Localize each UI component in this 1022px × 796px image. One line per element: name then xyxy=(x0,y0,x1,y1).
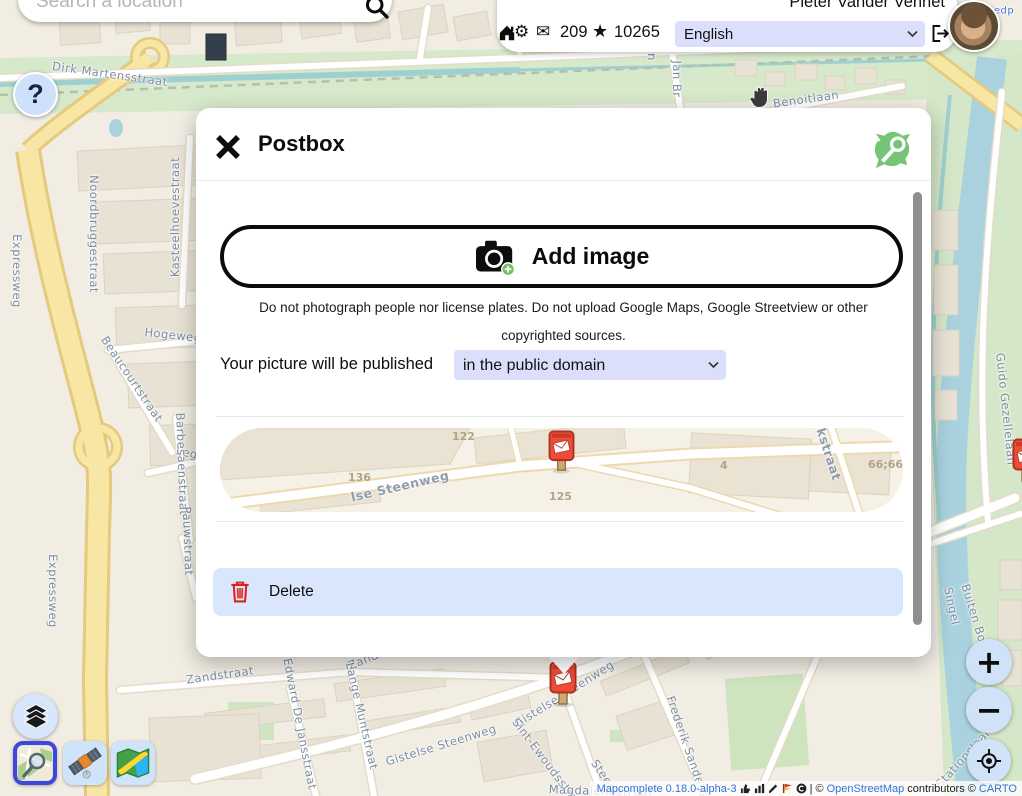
edit-pencil-icon[interactable] xyxy=(768,783,779,794)
attribution-bar: Mapcomplete 0.18.0-alpha-3 | © OpenStree… xyxy=(590,781,1022,796)
location-minimap[interactable]: 122 136 125 4 66;66 lse Steenweg rkstraa… xyxy=(220,428,903,512)
camera-plus-icon xyxy=(474,238,516,276)
divider xyxy=(216,521,904,522)
user-name[interactable]: Pieter Vander Vennet xyxy=(789,0,945,12)
app-version-link[interactable]: Mapcomplete 0.18.0-alpha-3 xyxy=(597,783,737,795)
search-icon[interactable] xyxy=(364,0,390,20)
language-select[interactable]: English xyxy=(675,21,925,47)
layers-button[interactable] xyxy=(13,694,58,739)
mapcomplete-app: Dirk Martensstraat klaan Jan Br Benoitla… xyxy=(0,0,1022,796)
envelope-icon[interactable]: ✉ xyxy=(536,22,550,42)
satellite-icon xyxy=(67,745,103,781)
trash-icon xyxy=(229,579,251,605)
copyright-icon[interactable] xyxy=(796,783,807,794)
search-bar xyxy=(18,0,392,22)
license-select-wrap: in the public domain xyxy=(454,350,726,380)
changesets-count[interactable]: 10265 xyxy=(614,23,660,42)
layers-icon xyxy=(22,703,50,731)
add-image-button[interactable]: Add image xyxy=(220,225,903,288)
folded-map-icon xyxy=(115,746,151,780)
minus-icon: − xyxy=(976,694,1003,726)
osm-map-thumbnail xyxy=(18,746,52,780)
carto-link[interactable]: CARTO xyxy=(979,783,1017,795)
postbox-marker[interactable] xyxy=(1012,438,1022,484)
delete-label: Delete xyxy=(269,583,314,601)
grab-cursor xyxy=(747,83,771,109)
gear-icon[interactable]: ⚙ xyxy=(514,22,529,42)
divider xyxy=(216,416,904,417)
background-style-map[interactable] xyxy=(111,741,155,785)
add-image-label: Add image xyxy=(532,243,650,270)
language-select-wrap: English xyxy=(675,21,925,47)
background-style-satellite[interactable] xyxy=(63,741,107,785)
postbox-marker xyxy=(548,430,575,474)
license-select[interactable]: in the public domain xyxy=(454,350,726,380)
modal-pointer xyxy=(547,655,581,674)
user-avatar[interactable] xyxy=(948,0,1000,52)
image-disclaimer: Do not photograph people nor license pla… xyxy=(224,294,903,350)
plus-icon: + xyxy=(976,646,1003,678)
background-style-osm[interactable] xyxy=(13,741,57,785)
geolocate-icon xyxy=(974,746,1004,776)
delete-button[interactable]: Delete xyxy=(213,568,903,616)
modal-title: Postbox xyxy=(258,131,345,157)
close-icon[interactable] xyxy=(214,133,242,161)
community-flag-icon[interactable] xyxy=(782,783,793,794)
contributors-text: contributors © xyxy=(907,783,976,795)
messages-count[interactable]: 209 xyxy=(560,23,588,42)
osm-logo-icon[interactable] xyxy=(874,130,912,168)
search-input[interactable] xyxy=(34,0,334,18)
zoom-in-button[interactable]: + xyxy=(966,639,1012,685)
license-intro: Your picture will be published xyxy=(220,355,433,374)
copyright-symbol: © xyxy=(815,783,823,795)
thumbs-up-icon[interactable] xyxy=(740,783,751,794)
scrollbar-thumb[interactable] xyxy=(913,192,922,625)
geolocate-button[interactable] xyxy=(967,739,1011,783)
star-icon: ★ xyxy=(592,21,608,42)
separator: | xyxy=(810,783,813,795)
postbox-modal: Postbox Add image Do not photograph peop… xyxy=(196,108,931,657)
help-label: ? xyxy=(27,79,44,110)
osm-link[interactable]: OpenStreetMap xyxy=(827,783,905,795)
statistics-icon[interactable] xyxy=(754,783,765,794)
help-button[interactable]: ? xyxy=(13,72,58,117)
logout-icon[interactable] xyxy=(929,23,950,44)
zoom-out-button[interactable]: − xyxy=(966,687,1012,733)
